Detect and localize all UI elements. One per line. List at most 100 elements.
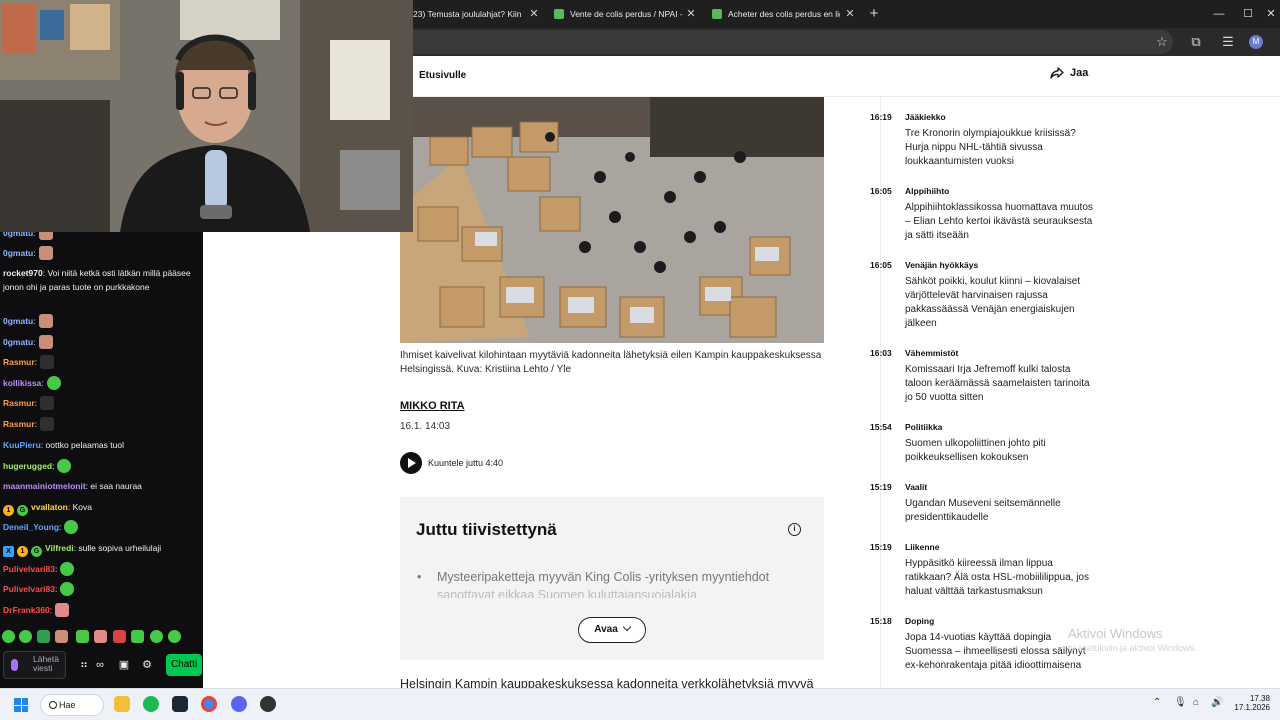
chat-username[interactable]: 0gmatu (3, 232, 33, 238)
profile-avatar[interactable]: M (1249, 35, 1263, 49)
infinity-icon[interactable]: ∞ (92, 657, 108, 673)
chat-message: Pulivelvari83: (3, 582, 200, 596)
emote-icon[interactable] (150, 630, 163, 643)
page-header: Etusivulle Jaa (413, 56, 1280, 97)
extensions-icon[interactable]: ⧉ (1186, 28, 1206, 56)
chat-username[interactable]: DrFrank360 (3, 605, 50, 615)
reading-list-icon[interactable]: ☰ (1218, 28, 1238, 56)
tab-temu[interactable]: 23) Temusta joululahjat? Kiinan (413, 0, 521, 28)
chat-username[interactable]: Rasmur (3, 357, 35, 367)
chat-username[interactable]: kollikissa (3, 378, 41, 388)
news-category: Doping (905, 616, 935, 626)
emote-bar (0, 630, 203, 646)
emote-icon[interactable] (76, 630, 89, 643)
emote-icon (38, 246, 53, 260)
emote-icon[interactable] (55, 630, 68, 643)
chat-text: sulle sopiva urheilulaji (78, 543, 162, 553)
taskbar-clock[interactable]: 17.38 17.1.2026 (1232, 694, 1270, 712)
emote-icon[interactable] (37, 630, 50, 643)
bits-icon[interactable]: ⠶ (76, 657, 92, 673)
chrome-icon[interactable] (201, 696, 217, 712)
home-link[interactable]: Etusivulle (419, 70, 466, 81)
tab-label: Vente de colis perdus / NPAI - I (570, 9, 682, 19)
chat-username[interactable]: Deneil_Young (3, 522, 59, 532)
chat-username[interactable]: Rasmur (3, 398, 35, 408)
chat-message: Rasmur: (3, 417, 200, 431)
chat-message: 1 Gvvallaton: Kova (3, 500, 200, 516)
chat-username[interactable]: Rasmur (3, 419, 35, 429)
author-link[interactable]: MIKKO RITA (400, 400, 465, 412)
microphone-icon[interactable] (11, 659, 18, 671)
news-category: Liikenne (905, 542, 940, 552)
news-title: Komissaari Irja Jefremoff kulki talosta … (905, 364, 1090, 403)
emote-icon[interactable] (2, 630, 15, 643)
tab-close-icon[interactable]: ✕ (527, 0, 541, 28)
emote-icon[interactable] (113, 630, 126, 643)
emote-icon (57, 459, 72, 473)
chat-message: Rasmur: (3, 396, 200, 410)
chat-username[interactable]: rocket970 (3, 268, 43, 278)
chat-username[interactable]: hugerugged (3, 461, 52, 471)
chat-username[interactable]: Vilfredi (45, 543, 74, 553)
chat-username[interactable]: 0gmatu (3, 337, 33, 347)
store-icon[interactable]: ▣ (116, 657, 132, 673)
taskbar-search[interactable]: Hae (40, 694, 104, 716)
chat-message: DrFrank360: (3, 603, 200, 617)
chat-username[interactable]: KuuPieru (3, 440, 41, 450)
chat-message: rocket970: Voi niitä ketkä osti lätkän m… (3, 268, 191, 292)
new-tab-button[interactable]: + (866, 0, 882, 28)
discord-icon[interactable] (231, 696, 247, 712)
network-icon[interactable]: ⌂ (1193, 697, 1199, 708)
obs-icon[interactable] (260, 696, 276, 712)
chat-username[interactable]: 0gmatu (3, 248, 33, 258)
summary-item-continuation: sanottavat eikkaa Suomen kuluttajansuoja… (437, 588, 697, 598)
tab-vente-colis[interactable]: Vente de colis perdus / NPAI - I (554, 0, 682, 28)
sub-badge-icon: 1 (17, 546, 28, 557)
tab-acheter-colis[interactable]: Acheter des colis perdus en ligne (712, 0, 840, 28)
chat-input[interactable]: Lähetä viesti (3, 651, 66, 679)
info-icon[interactable]: i (788, 523, 801, 536)
news-time: 16:03 (870, 348, 892, 358)
spotify-icon[interactable] (143, 696, 159, 712)
minimize-button[interactable]: — (1209, 0, 1229, 28)
share-button[interactable]: Jaa (1050, 67, 1088, 79)
favicon-icon (712, 9, 722, 19)
windows-start-icon[interactable] (14, 698, 28, 712)
expand-summary-button[interactable]: Avaa (578, 617, 646, 643)
emote-icon (60, 562, 75, 576)
clock-time: 17.38 (1249, 694, 1270, 703)
expand-label: Avaa (594, 624, 618, 635)
settings-gear-icon[interactable]: ⚙ (139, 657, 155, 673)
microphone-tray-icon[interactable]: 🎙 (1174, 697, 1187, 708)
news-title: Sähköt poikki, koulut kiinni – kiovalais… (905, 276, 1081, 329)
emote-icon[interactable] (131, 630, 144, 643)
emote-icon[interactable] (94, 630, 107, 643)
tab-close-icon[interactable]: ✕ (684, 0, 698, 28)
news-time: 16:05 (870, 260, 892, 270)
star-icon[interactable]: ☆ (1152, 28, 1172, 56)
chat-username[interactable]: 0gmatu (3, 316, 33, 326)
news-time: 15:19 (870, 482, 892, 492)
file-explorer-icon[interactable] (114, 696, 130, 712)
listen-button[interactable]: Kuuntele juttu 4:40 (400, 452, 503, 474)
chat-username[interactable]: Pulivelvari83 (3, 584, 55, 594)
chat-send-button[interactable]: Chatti (166, 654, 202, 676)
volume-icon[interactable]: 🔊 (1211, 697, 1223, 708)
chat-text: ei saa nauraa (90, 481, 142, 491)
emote-icon[interactable] (168, 630, 181, 643)
prime-badge-icon: X (3, 546, 14, 557)
steam-icon[interactable] (172, 696, 188, 712)
tab-close-icon[interactable]: ✕ (843, 0, 857, 28)
address-bar[interactable] (413, 30, 1173, 54)
maximize-button[interactable]: ☐ (1238, 0, 1258, 28)
chat-username[interactable]: Pulivelvari83 (3, 564, 55, 574)
chat-username[interactable]: vvallaton (31, 502, 68, 512)
chevron-up-icon[interactable]: ⌃ (1153, 697, 1161, 708)
close-window-button[interactable]: ✕ (1261, 0, 1280, 28)
chat-username[interactable]: maanmainiotmelonit (3, 481, 86, 491)
emote-icon[interactable] (19, 630, 32, 643)
news-time: 15:19 (870, 542, 892, 552)
listen-label: Kuuntele juttu 4:40 (428, 458, 504, 468)
share-label: Jaa (1070, 67, 1089, 79)
clock-date: 17.1.2026 (1234, 703, 1270, 712)
